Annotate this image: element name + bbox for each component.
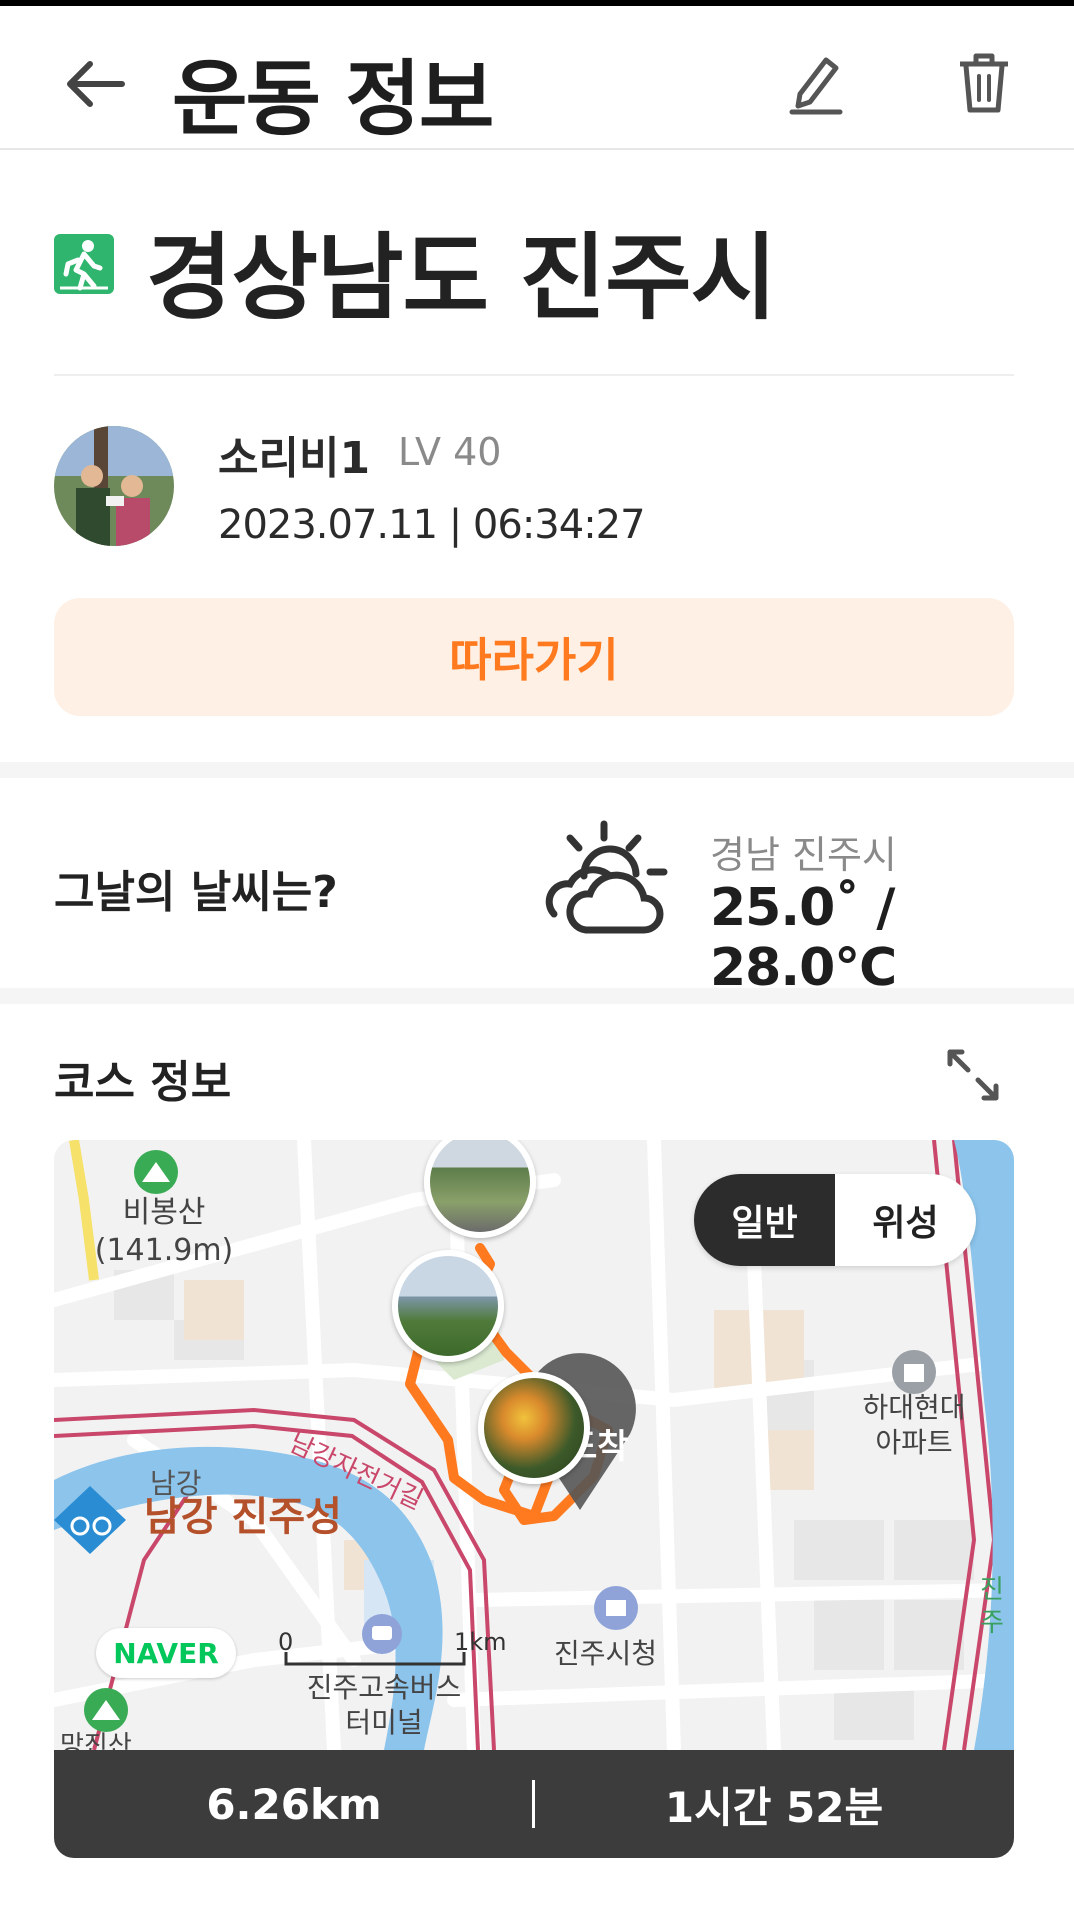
map-scale-zero: 0 [278,1628,294,1656]
bus-terminal-line1: 진주고속버스 [306,1671,462,1704]
route-photo-pin[interactable] [392,1250,504,1362]
activity-location-title: 경상남도 진주시 [146,224,777,333]
course-summary-bar: 6.26km 1시간 52분 [54,1750,1014,1858]
weather-question: 그날의 날씨는? [54,867,338,918]
mountain-name: 비봉산 [122,1195,206,1230]
map-label-bus-terminal: 진주고속버스 터미널 [294,1670,474,1740]
edit-pencil-icon[interactable] [786,50,846,116]
activity-datetime: 2023.07.11 | 06:34:27 [218,502,646,548]
map-type-satellite[interactable]: 위성 [835,1174,976,1266]
weather-location: 경남 진주시 [710,833,897,877]
user-avatar[interactable] [54,426,174,546]
apartment-line1: 하대현대 [862,1391,966,1424]
map-label-fortress: 남강 진주성 [144,1494,342,1540]
top-app-bar: 운동 정보 [0,0,1074,150]
expand-map-icon[interactable] [944,1046,1002,1104]
page-title: 운동 정보 [172,52,494,147]
walking-activity-icon [54,234,114,294]
map-type-toggle: 일반 위성 [694,1174,976,1266]
bus-terminal-line2: 터미널 [345,1706,423,1739]
map-label-edge-bottom: 망진산 [60,1731,132,1750]
course-title: 코스 정보 [54,1057,232,1108]
map-scale-one: 1km [454,1628,507,1656]
apartment-line2: 아파트 [875,1426,953,1459]
trash-icon[interactable] [954,50,1014,116]
map-label-city-hall: 진주시청 [554,1637,658,1670]
route-photo-pin[interactable] [478,1372,590,1484]
follow-button[interactable]: 따라가기 [54,598,1014,716]
naver-logo: NAVER [96,1628,236,1678]
course-distance: 6.26km [206,1779,382,1829]
map-label-apartment: 하대현대 아파트 [844,1390,984,1460]
weather-section: 그날의 날씨는? 경남 진주시 25.0˚ / 28.0℃ [0,778,1074,998]
activity-summary-section: 경상남도 진주시 소리비1 LV 40 2023.07.11 | 06:34:2… [0,150,1074,762]
divider [54,374,1014,376]
course-section: 코스 정보 도착 비봉산 (141.9m) 하대현대 아파트 남강 남강 진주성… [0,1004,1074,1908]
user-name[interactable]: 소리비1 [218,422,370,486]
partly-cloudy-icon [545,820,668,934]
map-label-edge-right: 진주 [980,1575,1004,1638]
back-arrow-icon[interactable] [60,54,130,114]
map-type-normal[interactable]: 일반 [694,1174,835,1266]
course-map[interactable]: 도착 비봉산 (141.9m) 하대현대 아파트 남강 남강 진주성 남강자전거… [54,1140,1014,1750]
course-duration: 1시간 52분 [664,1782,884,1832]
map-label-mountain: 비봉산 (141.9m) [94,1194,234,1269]
mountain-height: (141.9m) [94,1232,234,1268]
weather-temperature: 25.0˚ / 28.0℃ [710,878,897,998]
user-level: LV 40 [398,430,502,474]
